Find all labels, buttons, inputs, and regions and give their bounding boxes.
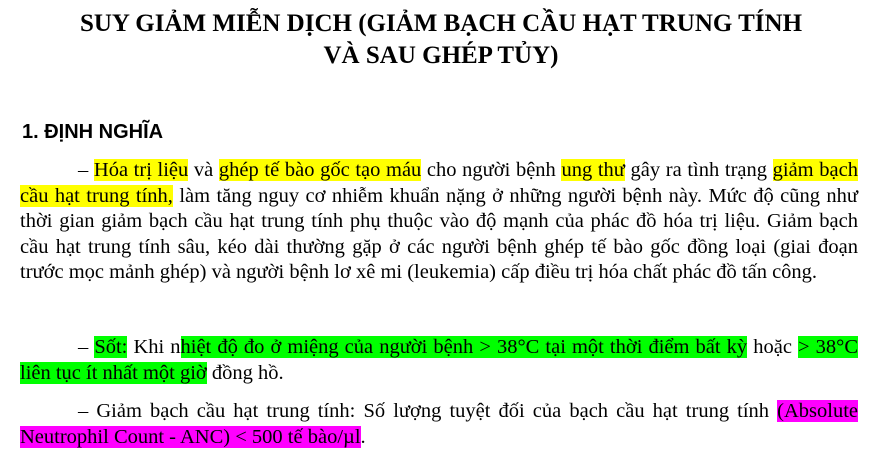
text-segment: cho người bệnh	[421, 159, 562, 181]
title-line-2: VÀ SAU GHÉP TỦY)	[323, 42, 559, 69]
paragraph-definition: – Hóa trị liệu và ghép tế bào gốc tạo má…	[20, 158, 858, 286]
text-segment: gây ra tình trạng	[624, 159, 773, 181]
bullet-dash: –	[78, 336, 95, 358]
highlight-fever-criterion-1: hiệt độ đo ở miệng của người bệnh > 38°C…	[180, 336, 748, 358]
bullet-dash: –	[78, 159, 94, 181]
text-segment: và	[188, 159, 219, 181]
highlight-cancer: ung thư	[561, 159, 625, 181]
text-segment: hoặc	[747, 336, 798, 358]
bullet-dash: –	[78, 400, 97, 422]
text-segment: đồng hồ.	[206, 361, 284, 384]
text-segment: Giảm bạch cầu hạt trung tính: Số lượng t…	[96, 400, 778, 422]
title-line-1: SUY GIẢM MIỄN DỊCH (GIẢM BẠCH CẦU HẠT TR…	[79, 10, 803, 37]
highlight-chemotherapy: Hóa trị liệu	[93, 159, 189, 181]
page-title: SUY GIẢM MIỄN DỊCH (GIẢM BẠCH CẦU HẠT TR…	[0, 8, 882, 72]
section-heading: 1. ĐỊNH NGHĨA	[22, 121, 164, 143]
paragraph-fever: – Sốt: Khi nhiệt độ đo ở miệng của người…	[20, 335, 859, 386]
text-segment: .	[360, 425, 366, 448]
paragraph-neutropenia: – Giảm bạch cầu hạt trung tính: Số lượng…	[20, 399, 858, 450]
text-segment: Khi n	[127, 336, 181, 358]
highlight-fever-label: Sốt:	[94, 336, 128, 358]
highlight-stem-cell-transplant: ghép tế bào gốc tạo máu	[218, 159, 422, 181]
